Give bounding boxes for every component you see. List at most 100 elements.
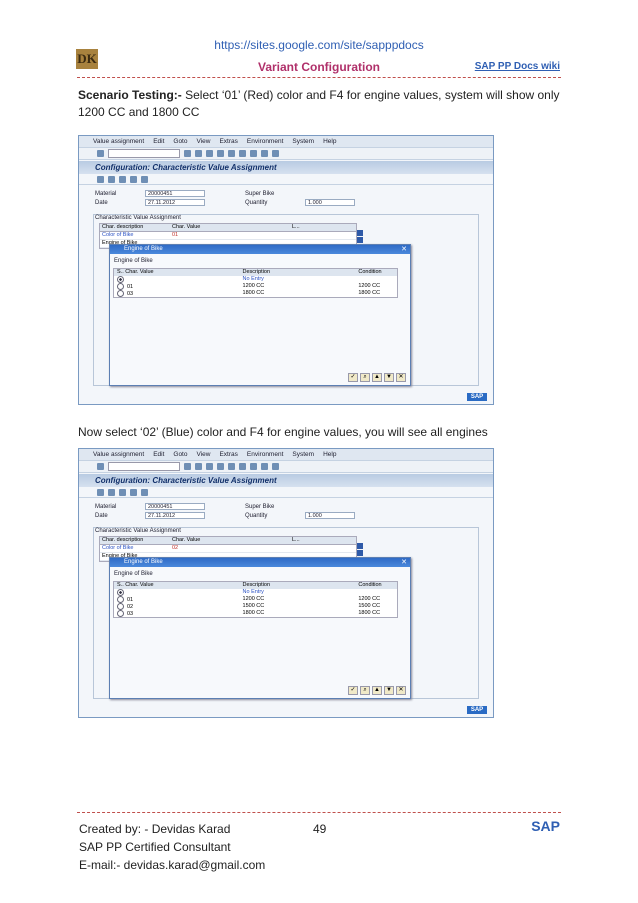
back-icon[interactable] (195, 150, 202, 157)
info-icon[interactable] (357, 550, 363, 556)
list-item[interactable]: 03 1800 CC 1800 CC (114, 610, 397, 617)
menu-environment[interactable]: Environment (247, 138, 284, 145)
material-desc: Super Bike (245, 504, 275, 510)
col-desc: Char. description (102, 537, 144, 543)
menu-extras[interactable]: Extras (219, 138, 237, 145)
app-tool-icon[interactable] (108, 488, 115, 496)
enter-icon[interactable] (97, 150, 104, 157)
info-icon[interactable] (357, 237, 363, 243)
list-item[interactable]: No Entry (114, 276, 397, 283)
find-icon[interactable] (239, 463, 246, 470)
menu-edit[interactable]: Edit (153, 138, 164, 145)
enter-icon[interactable] (97, 463, 104, 470)
exit-icon[interactable] (206, 150, 213, 157)
menu-system[interactable]: System (292, 451, 314, 458)
filter-button[interactable]: ▼ (384, 686, 394, 695)
cancel-icon[interactable] (217, 150, 224, 157)
char-color-value[interactable]: 02 (170, 545, 292, 552)
date-field[interactable]: 27.11.2012 (145, 512, 205, 519)
list-item[interactable]: 01 1200 CC 1200 CC (114, 596, 397, 603)
radio-option[interactable] (117, 596, 124, 603)
find-button[interactable]: ⌕ (360, 373, 370, 382)
cancel-button[interactable]: ✕ (396, 373, 406, 382)
menu-goto[interactable]: Goto (173, 138, 187, 145)
menu-help[interactable]: Help (323, 138, 336, 145)
radio-selected[interactable] (117, 589, 124, 596)
engine-popup: Engine of Bike ✕ Engine of Bike S.. Char.… (109, 557, 411, 699)
wiki-link[interactable]: SAP PP Docs wiki (475, 61, 560, 72)
find-icon[interactable] (239, 150, 246, 157)
option-cond: 1500 CC (358, 603, 381, 609)
sort-button[interactable]: ▲ (372, 686, 382, 695)
session-icon[interactable] (261, 463, 268, 470)
check-button[interactable]: ✓ (348, 373, 358, 382)
list-item[interactable]: 02 1500 CC 1500 CC (114, 603, 397, 610)
check-button[interactable]: ✓ (348, 686, 358, 695)
list-item[interactable]: 03 1800 CC 1800 CC (114, 290, 397, 297)
menu-value-assignment[interactable]: Value assignment (93, 451, 144, 458)
command-field[interactable] (108, 462, 180, 471)
app-tool-icon[interactable] (130, 175, 137, 183)
scenario-paragraph: Scenario Testing:- Select ‘01’ (Red) col… (78, 87, 562, 121)
material-field[interactable]: 20000451 (145, 503, 205, 510)
sort-button[interactable]: ▲ (372, 373, 382, 382)
save-icon[interactable] (184, 150, 191, 157)
filter-button[interactable]: ▼ (384, 373, 394, 382)
app-tool-icon[interactable] (119, 175, 126, 183)
radio-selected[interactable] (117, 276, 124, 283)
radio-option[interactable] (117, 610, 124, 617)
date-field[interactable]: 27.11.2012 (145, 199, 205, 206)
popup-header: Engine of Bike ✕ (110, 245, 410, 254)
app-tool-icon[interactable] (141, 488, 148, 496)
menu-help[interactable]: Help (323, 451, 336, 458)
engine-popup: Engine of Bike ✕ Engine of Bike S.. Char.… (109, 244, 411, 386)
char-color-value[interactable]: 01 (170, 232, 292, 239)
exit-icon[interactable] (206, 463, 213, 470)
save-icon[interactable] (184, 463, 191, 470)
menu-environment[interactable]: Environment (247, 451, 284, 458)
info-icon[interactable] (357, 230, 363, 236)
header-divider (77, 77, 561, 78)
menu-edit[interactable]: Edit (153, 451, 164, 458)
info-icon[interactable] (357, 543, 363, 549)
app-tool-icon[interactable] (119, 488, 126, 496)
radio-option[interactable] (117, 283, 124, 290)
close-icon[interactable]: ✕ (401, 245, 407, 254)
page-icon[interactable] (250, 150, 257, 157)
print-icon[interactable] (228, 463, 235, 470)
menu-system[interactable]: System (292, 138, 314, 145)
menu-goto[interactable]: Goto (173, 451, 187, 458)
app-tool-icon[interactable] (141, 175, 148, 183)
app-tool-icon[interactable] (130, 488, 137, 496)
col-desc: Char. description (102, 224, 144, 230)
list-item[interactable]: No Entry (114, 589, 397, 596)
menu-view[interactable]: View (196, 451, 210, 458)
menu-view[interactable]: View (196, 138, 210, 145)
char-color-label: Color of Bike (102, 232, 134, 238)
close-icon[interactable]: ✕ (401, 558, 407, 567)
help-icon[interactable] (272, 463, 279, 470)
back-icon[interactable] (195, 463, 202, 470)
app-tool-icon[interactable] (97, 488, 104, 496)
menu-value-assignment[interactable]: Value assignment (93, 138, 144, 145)
material-field[interactable]: 20000451 (145, 190, 205, 197)
help-icon[interactable] (272, 150, 279, 157)
radio-option[interactable] (117, 603, 124, 610)
find-button[interactable]: ⌕ (360, 686, 370, 695)
app-tool-icon[interactable] (108, 175, 115, 183)
table-row[interactable]: Color of Bike 01 (100, 232, 356, 240)
app-tool-icon[interactable] (97, 175, 104, 183)
cancel-button[interactable]: ✕ (396, 686, 406, 695)
table-row[interactable]: Color of Bike 02 (100, 545, 356, 553)
radio-option[interactable] (117, 290, 124, 297)
quantity-field[interactable]: 1.000 (305, 199, 355, 206)
session-icon[interactable] (261, 150, 268, 157)
menu-extras[interactable]: Extras (219, 451, 237, 458)
list-item[interactable]: 01 1200 CC 1200 CC (114, 283, 397, 290)
footer-created-by: Created by: - Devidas Karad (79, 822, 231, 836)
cancel-icon[interactable] (217, 463, 224, 470)
command-field[interactable] (108, 149, 180, 158)
quantity-field[interactable]: 1.000 (305, 512, 355, 519)
print-icon[interactable] (228, 150, 235, 157)
page-icon[interactable] (250, 463, 257, 470)
